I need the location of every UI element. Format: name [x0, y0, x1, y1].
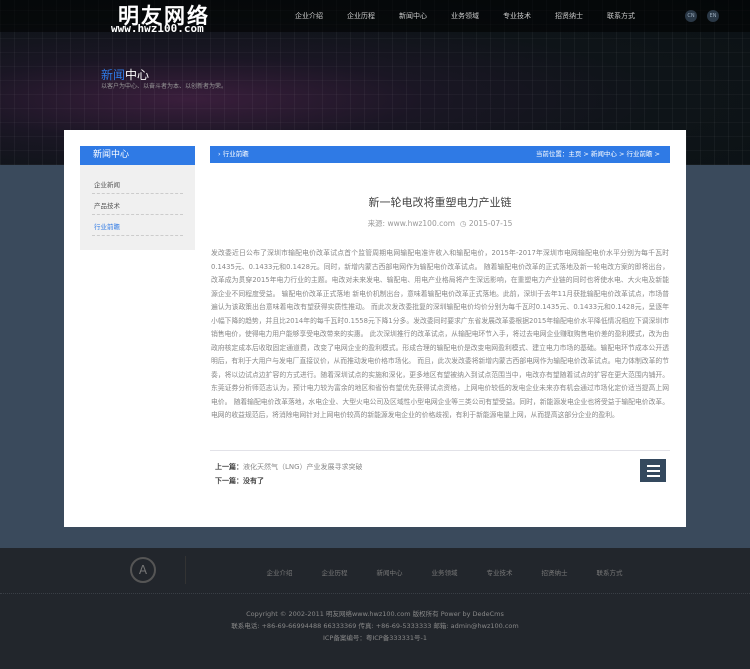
next-article: 下一篇：没有了: [215, 476, 264, 486]
footer-divider: [185, 556, 186, 584]
footer-nav-item[interactable]: 专业技术: [472, 567, 527, 577]
chevron-right-icon: ›: [218, 150, 221, 158]
main-nav: 企业介绍 企业历程 新闻中心 业务领域 专业技术 招贤纳士 联系方式: [283, 11, 647, 21]
sidebar-item-news[interactable]: 企业新闻: [92, 173, 183, 194]
lang-cn-button[interactable]: CN: [685, 10, 697, 22]
nav-item[interactable]: 企业介绍: [283, 11, 335, 21]
nav-item[interactable]: 招贤纳士: [543, 11, 595, 21]
banner-title-rest: 中心: [125, 68, 150, 82]
nav-item[interactable]: 联系方式: [595, 11, 647, 21]
clock-icon: ◷: [457, 219, 469, 228]
footer: A 企业介绍 企业历程 新闻中心 业务领域 专业技术 招贤纳士 联系方式 Cop…: [0, 548, 750, 669]
divider: [210, 450, 670, 451]
menu-icon-bar: [646, 469, 660, 472]
footer-logo-icon: A: [130, 557, 156, 583]
footer-nav-item[interactable]: 企业介绍: [252, 567, 307, 577]
nav-item[interactable]: 业务领域: [439, 11, 491, 21]
lang-en-button[interactable]: EN: [707, 10, 719, 22]
nav-item[interactable]: 企业历程: [335, 11, 387, 21]
sidebar-item-industry[interactable]: 行业前瞻: [92, 215, 183, 236]
nav-item[interactable]: 新闻中心: [387, 11, 439, 21]
breadcrumb[interactable]: 当前位置：主页 > 新闻中心 > 行业前瞻 >: [536, 146, 660, 163]
logo-url: www.hwz100.com: [111, 22, 204, 35]
prev-article: 上一篇：液化天然气（LNG）产业发展寻求突破: [215, 462, 363, 472]
footer-nav-item[interactable]: 企业历程: [307, 567, 362, 577]
footer-nav-item[interactable]: 联系方式: [582, 567, 637, 577]
list-menu-button[interactable]: [640, 459, 666, 482]
prev-label: 上一篇：: [215, 463, 243, 471]
footer-separator: [0, 593, 750, 594]
sidebar: 企业新闻 产品技术 行业前瞻: [80, 165, 195, 250]
footer-nav-item[interactable]: 招贤纳士: [527, 567, 582, 577]
section-label: 行业前瞻: [222, 150, 249, 158]
article-date: 2015-07-15: [468, 219, 513, 228]
icp-number: ICP备案编号：粤ICP备333331号-1: [322, 634, 428, 642]
copyright: Copyright © 2002-2011 明友网络www.hwz100.com…: [246, 610, 504, 618]
footer-nav: 企业介绍 企业历程 新闻中心 业务领域 专业技术 招贤纳士 联系方式: [252, 567, 637, 577]
prev-article-link[interactable]: 液化天然气（LNG）产业发展寻求突破: [243, 463, 363, 471]
sidebar-item-tech[interactable]: 产品技术: [92, 194, 183, 215]
banner-subtitle: 以客户为中心、以奋斗者为本、以创新者为荣。: [101, 83, 228, 90]
breadcrumb-bar: › 行业前瞻 当前位置：主页 > 新闻中心 > 行业前瞻 >: [210, 146, 670, 163]
menu-icon-bar: [646, 464, 660, 467]
article-body: 发改委近日公布了深圳市输配电价改革试点首个监管周期电网输配电准许收入和输配电价，…: [211, 249, 669, 419]
footer-nav-item[interactable]: 业务领域: [417, 567, 472, 577]
banner-title-highlight: 新闻: [101, 68, 126, 82]
menu-icon-bar: [646, 474, 660, 477]
content-card: 新闻中心 企业新闻 产品技术 行业前瞻 › 行业前瞻 当前位置：主页 > 新闻中…: [64, 130, 686, 527]
article-source: 来源: www.hwz100.com: [367, 219, 456, 228]
footer-nav-item[interactable]: 新闻中心: [362, 567, 417, 577]
next-label: 下一篇：: [215, 477, 243, 485]
sidebar-title: 新闻中心: [80, 146, 195, 165]
next-article-text: 没有了: [243, 477, 264, 485]
nav-item[interactable]: 专业技术: [491, 11, 543, 21]
contact-info: 联系电话: +86-69-66994488 66333369 传真: +86-6…: [231, 622, 519, 630]
article-meta: 来源: www.hwz100.com ◷ 2015-07-15: [210, 218, 670, 229]
article-title: 新一轮电改将重塑电力产业链: [368, 196, 512, 209]
